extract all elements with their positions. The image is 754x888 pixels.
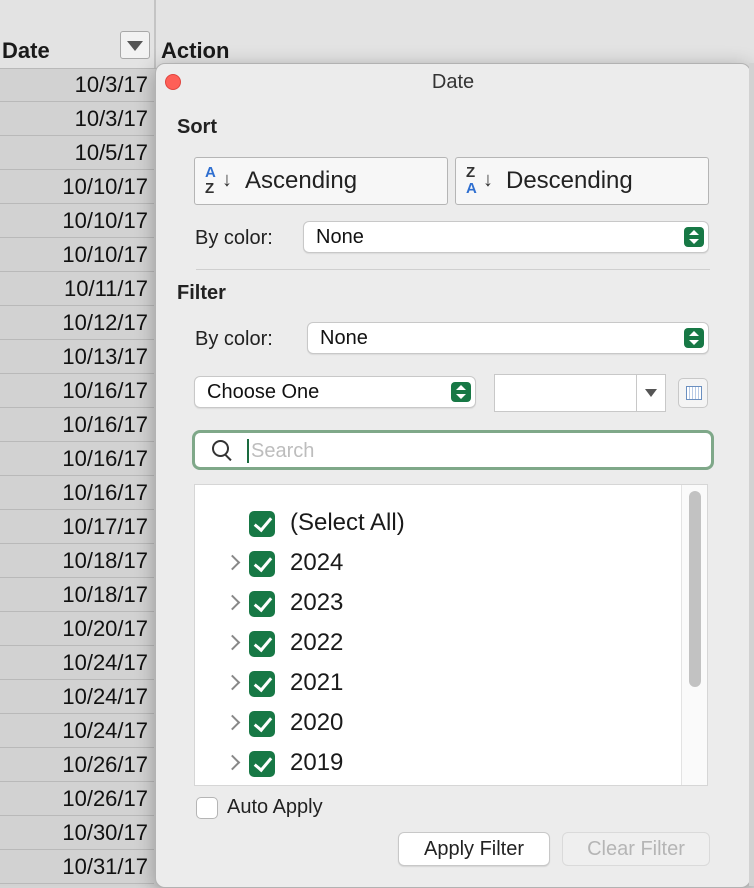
item-checkbox[interactable] — [249, 631, 275, 657]
filter-section-title: Filter — [177, 282, 226, 304]
condition-select[interactable]: Choose One — [194, 376, 476, 408]
date-cell[interactable]: 10/10/17 — [0, 170, 154, 204]
date-cell[interactable]: 10/16/17 — [0, 476, 154, 510]
date-cell[interactable]: 10/18/17 — [0, 578, 154, 612]
header-row: Date Action — [0, 0, 754, 69]
date-cell[interactable]: 10/31/17 — [0, 850, 154, 884]
sort-by-color-label: By color: — [195, 227, 273, 249]
list-item[interactable]: 2023 — [195, 587, 675, 627]
filter-values-list: (Select All) 2024 2023 2022 2021 2020 2019 — [194, 484, 708, 786]
date-cell[interactable]: 10/16/17 — [0, 408, 154, 442]
list-item[interactable]: 2019 — [195, 747, 675, 785]
date-cell[interactable]: 10/20/17 — [0, 612, 154, 646]
filter-dropdown-button[interactable] — [120, 31, 150, 59]
sort-ascending-button[interactable]: A Z ↓ Ascending — [194, 157, 448, 205]
filter-by-color-select[interactable]: None — [307, 322, 709, 354]
item-checkbox[interactable] — [249, 751, 275, 777]
item-checkbox[interactable] — [249, 591, 275, 617]
date-cell[interactable]: 10/12/17 — [0, 306, 154, 340]
chevron-right-icon[interactable] — [224, 754, 241, 771]
date-column-cells: 10/3/17 10/3/17 10/5/17 10/10/17 10/10/17 10/… — [0, 68, 154, 884]
sheet-right-edge — [749, 63, 754, 886]
item-label: (Select All) — [290, 509, 405, 536]
date-cell[interactable]: 10/30/17 — [0, 816, 154, 850]
date-cell[interactable]: 10/16/17 — [0, 442, 154, 476]
popup-title: Date — [431, 71, 475, 93]
auto-apply-checkbox[interactable] — [196, 797, 218, 819]
chevron-right-icon[interactable] — [224, 554, 241, 571]
sort-descending-button[interactable]: Z A ↓ Descending — [455, 157, 709, 205]
list-item[interactable]: 2022 — [195, 627, 675, 667]
item-label: 2024 — [290, 549, 344, 576]
date-cell[interactable]: 10/26/17 — [0, 782, 154, 816]
item-checkbox[interactable] — [249, 511, 275, 537]
select-stepper-icon — [451, 382, 471, 402]
sort-ascending-label: Ascending — [245, 167, 358, 194]
date-picker-button[interactable] — [678, 378, 708, 408]
search-box[interactable] — [192, 430, 714, 470]
item-label: 2019 — [290, 749, 344, 776]
filter-by-color-value: None — [320, 327, 368, 349]
date-cell[interactable]: 10/13/17 — [0, 340, 154, 374]
item-label: 2022 — [290, 629, 344, 656]
list-item[interactable]: 2020 — [195, 707, 675, 747]
sort-descending-label: Descending — [506, 167, 633, 194]
sort-by-color-value: None — [316, 226, 364, 248]
date-cell[interactable]: 10/24/17 — [0, 680, 154, 714]
sort-az-icon: A Z ↓ — [205, 164, 232, 197]
clear-filter-button: Clear Filter — [562, 832, 710, 866]
auto-apply-label[interactable]: Auto Apply — [227, 796, 323, 819]
apply-filter-button[interactable]: Apply Filter — [398, 832, 550, 866]
list-item[interactable]: (Select All) — [195, 507, 675, 547]
search-input[interactable] — [251, 437, 691, 465]
action-column-header[interactable]: Action — [161, 38, 229, 64]
sort-section-title: Sort — [177, 116, 217, 138]
select-stepper-icon — [684, 328, 704, 348]
date-cell[interactable]: 10/24/17 — [0, 646, 154, 680]
item-label: 2020 — [290, 709, 344, 736]
sort-za-icon: Z A ↓ — [466, 164, 493, 197]
date-cell[interactable]: 10/3/17 — [0, 102, 154, 136]
chevron-down-icon[interactable] — [636, 375, 665, 411]
date-cell[interactable]: 10/3/17 — [0, 68, 154, 102]
date-cell[interactable]: 10/18/17 — [0, 544, 154, 578]
section-divider — [196, 269, 710, 270]
item-checkbox[interactable] — [249, 711, 275, 737]
chevron-right-icon[interactable] — [224, 594, 241, 611]
date-cell[interactable]: 10/24/17 — [0, 714, 154, 748]
sort-by-color-select[interactable]: None — [303, 221, 709, 253]
date-column-header[interactable]: Date — [2, 38, 50, 64]
filter-by-color-label: By color: — [195, 328, 273, 350]
popup-titlebar: Date — [156, 64, 750, 104]
date-cell[interactable]: 10/10/17 — [0, 238, 154, 272]
list-item[interactable]: 2021 — [195, 667, 675, 707]
list-scrollbar-thumb[interactable] — [689, 491, 701, 687]
select-stepper-icon — [684, 227, 704, 247]
item-checkbox[interactable] — [249, 671, 275, 697]
calendar-icon — [686, 386, 702, 400]
item-label: 2023 — [290, 589, 344, 616]
item-label: 2021 — [290, 669, 344, 696]
date-cell[interactable]: 10/17/17 — [0, 510, 154, 544]
chevron-right-icon[interactable] — [224, 634, 241, 651]
column-separator — [154, 0, 156, 68]
date-cell[interactable]: 10/16/17 — [0, 374, 154, 408]
date-cell[interactable]: 10/5/17 — [0, 136, 154, 170]
text-caret — [247, 439, 249, 463]
date-cell[interactable]: 10/11/17 — [0, 272, 154, 306]
condition-value: Choose One — [207, 381, 320, 403]
search-icon — [212, 440, 229, 457]
date-cell[interactable]: 10/26/17 — [0, 748, 154, 782]
chevron-right-icon[interactable] — [224, 714, 241, 731]
item-checkbox[interactable] — [249, 551, 275, 577]
date-cell[interactable]: 10/10/17 — [0, 204, 154, 238]
triangle-down-icon — [127, 41, 143, 51]
list-item[interactable]: 2024 — [195, 547, 675, 587]
chevron-right-icon[interactable] — [224, 674, 241, 691]
filter-popup: Date Sort A Z ↓ Ascending Z A ↓ Descending B… — [155, 63, 751, 888]
condition-value-combo[interactable] — [494, 374, 666, 412]
